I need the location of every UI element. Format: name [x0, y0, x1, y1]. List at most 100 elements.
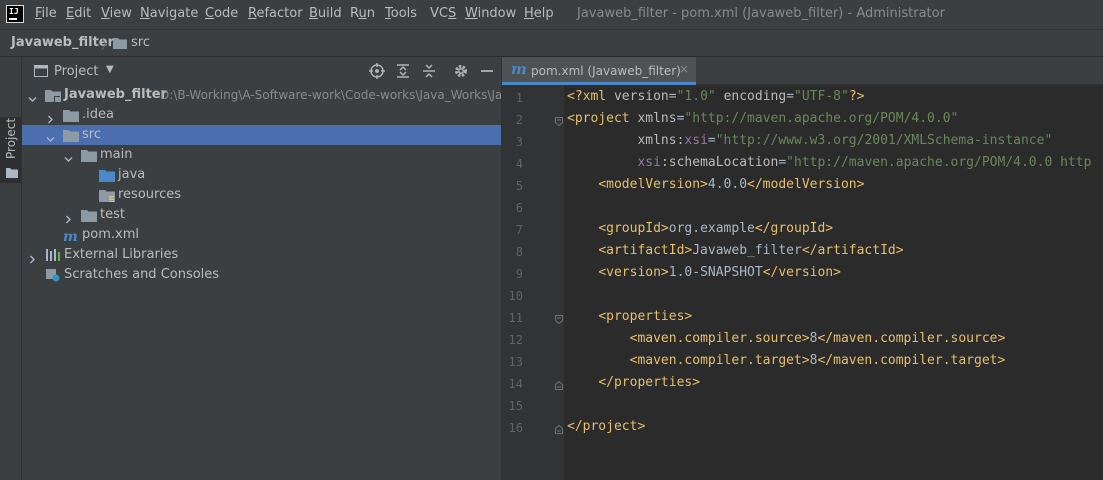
- menu-bar: IJ File Edit View Navigate Code Refactor Build…: [0, 0, 1103, 29]
- tree-item-label: test: [100, 207, 125, 222]
- menu-vcs[interactable]: VCS: [430, 6, 456, 21]
- tree-item[interactable]: src: [22, 125, 501, 145]
- code-token: </groupId>: [754, 221, 834, 236]
- project-tool-label[interactable]: Project: [4, 118, 18, 159]
- breadcrumb-project[interactable]: Javaweb_filter: [11, 35, 114, 50]
- menu-edit[interactable]: Edit: [66, 6, 91, 21]
- code-token: </properties>: [598, 375, 701, 390]
- maven-icon: m: [511, 60, 527, 78]
- hide-icon[interactable]: [478, 62, 496, 80]
- code-token: =: [778, 155, 787, 170]
- chevron-down-icon[interactable]: [28, 91, 37, 102]
- project-view-icon: [34, 65, 48, 81]
- tree-item[interactable]: java: [22, 165, 501, 185]
- line-number: 4: [515, 157, 523, 171]
- chevron-right-icon[interactable]: [46, 111, 54, 124]
- tree-item-label: src: [82, 127, 101, 142]
- code-token: "http://maven.apache.org/POM/4.0.0 http: [786, 155, 1092, 170]
- chevron-down-icon[interactable]: ▼: [106, 64, 114, 75]
- code-line: xsi:schemaLocation="http://maven.apache.…: [567, 152, 1091, 174]
- fold-marker-icon[interactable]: [555, 115, 563, 127]
- code-area[interactable]: <?xml version="1.0" encoding="UTF-8"?> <p…: [567, 85, 1103, 480]
- chevron-down-icon[interactable]: [64, 151, 73, 162]
- tree-item-label: main: [100, 147, 133, 162]
- code-token: </modelVersion>: [747, 177, 865, 192]
- tree-item[interactable]: External Libraries: [22, 245, 501, 265]
- code-line: <project xmlns="http://maven.apache.org/…: [567, 108, 958, 130]
- menu-file[interactable]: File: [35, 6, 57, 21]
- chevron-down-icon[interactable]: [46, 131, 55, 142]
- fold-marker-icon[interactable]: [555, 379, 563, 390]
- tree-item-label: .idea: [82, 107, 114, 122]
- code-token: </maven.compiler.target>: [817, 353, 1006, 368]
- menu-view[interactable]: View: [101, 6, 132, 21]
- code-token: <project: [567, 111, 638, 126]
- code-line: <modelVersion>4.0.0</modelVersion>: [567, 174, 864, 196]
- scratches-icon: [45, 268, 61, 289]
- tree-item[interactable]: main: [22, 145, 501, 165]
- line-number: 1: [515, 91, 523, 105]
- fold-marker-icon[interactable]: [555, 313, 563, 325]
- line-number: 14: [508, 377, 523, 391]
- locate-icon[interactable]: [368, 62, 386, 80]
- settings-icon[interactable]: [452, 62, 470, 80]
- line-number: 13: [508, 355, 523, 369]
- editor-area: m pom.xml (Javaweb_filter) × 1 2 3 4 5 6 7 8 9 10…: [501, 57, 1103, 480]
- tree-item-path: D:\B-Working\A-Software-work\Code-works\…: [160, 88, 503, 102]
- fold-marker-icon[interactable]: [555, 423, 563, 434]
- tree-item[interactable]: test: [22, 205, 501, 225]
- code-token: =: [707, 133, 716, 148]
- code-token: 1.0-SNAPSHOT: [668, 265, 763, 280]
- line-number: 11: [508, 311, 523, 325]
- code-token: org.example: [668, 221, 755, 236]
- menu-run[interactable]: Run: [350, 6, 375, 21]
- menu-build[interactable]: Build: [309, 6, 342, 21]
- tree-item-label: java: [118, 167, 146, 182]
- code-token: <maven.compiler.target>: [629, 353, 810, 368]
- code-token: =: [668, 89, 677, 104]
- tree-item[interactable]: resources: [22, 185, 501, 205]
- code-token: =: [786, 89, 795, 104]
- line-number: 2: [515, 113, 523, 127]
- code-line: <version>1.0-SNAPSHOT</version>: [567, 262, 841, 284]
- breadcrumb-folder[interactable]: src: [131, 35, 150, 50]
- tree-item[interactable]: Scratches and Consoles: [22, 265, 501, 285]
- code-token: xsi: [684, 133, 708, 148]
- expand-all-icon[interactable]: [394, 62, 412, 80]
- close-icon[interactable]: ×: [679, 62, 689, 76]
- menu-refactor[interactable]: Refactor: [248, 6, 303, 21]
- collapse-all-icon[interactable]: [420, 62, 438, 80]
- folder-icon: [113, 37, 127, 53]
- code-token: <maven.compiler.source>: [629, 331, 810, 346]
- tree-item-label: External Libraries: [64, 247, 179, 262]
- code-token: Javaweb_filter: [692, 243, 802, 258]
- menu-navigate[interactable]: Navigate: [140, 6, 198, 21]
- line-number: 9: [515, 267, 523, 281]
- code-line: <?xml version="1.0" encoding="UTF-8"?>: [567, 86, 864, 108]
- code-line: <properties>: [567, 306, 692, 328]
- menu-help[interactable]: Help: [524, 6, 554, 21]
- line-number: 12: [508, 333, 523, 347]
- chevron-right-icon[interactable]: [64, 211, 72, 224]
- tab-pom-xml[interactable]: m pom.xml (Javaweb_filter) ×: [502, 57, 696, 85]
- project-panel-title[interactable]: Project: [54, 64, 98, 79]
- line-number-gutter: 1 2 3 4 5 6 7 8 9 10 11 12 13 14 15 16: [502, 85, 564, 480]
- menu-tools[interactable]: Tools: [385, 6, 417, 21]
- code-token: <properties>: [598, 309, 693, 324]
- menu-window[interactable]: Window: [465, 6, 516, 21]
- code-token: <modelVersion>: [598, 177, 708, 192]
- window-title: Javaweb_filter - pom.xml (Javaweb_filter…: [577, 6, 945, 21]
- tree-item[interactable]: m pom.xml: [22, 225, 501, 245]
- tree-item[interactable]: .idea: [22, 105, 501, 125]
- chevron-right-icon[interactable]: [28, 251, 36, 264]
- tree-item[interactable]: Javaweb_filter D:\B-Working\A-Software-wo…: [22, 85, 503, 105]
- code-token: xmlns:: [637, 133, 685, 148]
- menu-code[interactable]: Code: [205, 6, 238, 21]
- tool-window-strip: Project: [0, 57, 22, 480]
